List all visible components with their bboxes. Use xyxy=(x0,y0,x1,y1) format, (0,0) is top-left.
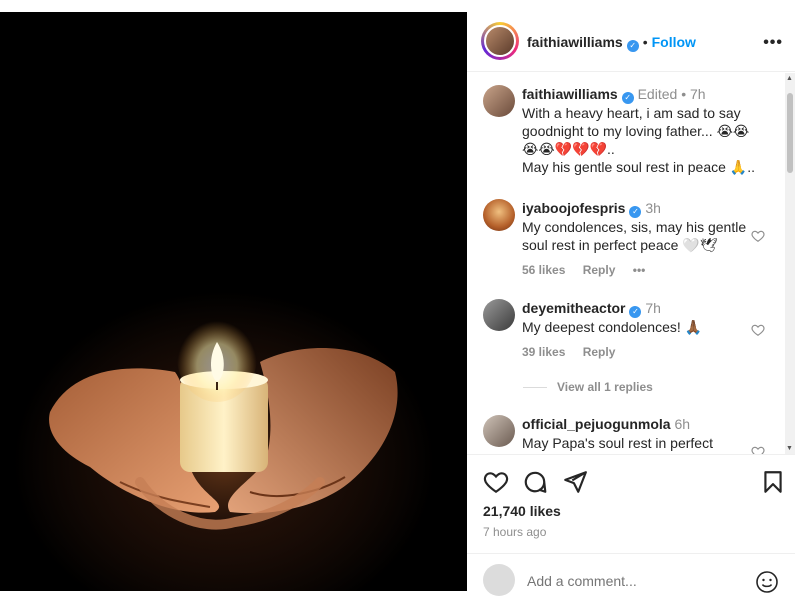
add-comment-bar xyxy=(467,553,795,596)
save-bookmark-icon[interactable] xyxy=(760,469,786,495)
like-comment-heart-icon[interactable] xyxy=(751,445,765,454)
comment-username[interactable]: iyaboojofespris xyxy=(522,200,625,216)
candle-illustration xyxy=(0,12,467,591)
author-username[interactable]: faithiawilliams xyxy=(527,34,623,50)
caption-line-3: 😭😭💔💔💔.. xyxy=(522,141,615,157)
scroll-down-arrow-icon[interactable]: ▼ xyxy=(786,445,793,452)
replies-divider xyxy=(523,387,547,389)
comment-meta: 39 likes Reply xyxy=(522,343,750,362)
scroll-up-arrow-icon[interactable]: ▲ xyxy=(786,75,793,82)
comment-username[interactable]: deyemitheactor xyxy=(522,300,625,316)
emoji-smiley-icon[interactable] xyxy=(755,570,779,594)
comment-text: My deepest condolences! 🙏🏾 xyxy=(522,319,703,335)
comment-avatar[interactable] xyxy=(483,299,515,331)
author-line: faithiawilliams ✓ • Follow xyxy=(527,34,696,52)
reply-button[interactable]: Reply xyxy=(583,263,616,277)
verified-badge-icon: ✓ xyxy=(626,40,639,52)
comment-body: deyemitheactor ✓ 7h My deepest condolence… xyxy=(522,299,750,362)
top-strip xyxy=(0,0,795,12)
comment-text: May Papa's soul rest in perfect xyxy=(522,435,713,451)
comment-avatar[interactable] xyxy=(483,199,515,231)
comment-likes[interactable]: 39 likes xyxy=(522,345,565,359)
comment-time: 6h xyxy=(674,416,691,432)
likes-count[interactable]: 21,740 likes xyxy=(483,503,561,519)
author-avatar[interactable] xyxy=(484,25,516,57)
edited-label: Edited xyxy=(637,86,678,102)
comment-time: 7h xyxy=(645,300,661,316)
post-details-panel: faithiawilliams ✓ • Follow ••• faithiawilli… xyxy=(467,12,795,596)
view-replies-label[interactable]: View all 1 replies xyxy=(557,380,653,394)
caption-header: faithiawilliams ✓ Edited • 7h xyxy=(522,85,762,104)
comment-username[interactable]: official_pejuogunmola xyxy=(522,416,671,432)
caption-line-1: With a heavy heart, i am sad to say xyxy=(522,105,741,121)
verified-badge-icon: ✓ xyxy=(621,92,634,104)
verified-badge-icon: ✓ xyxy=(629,306,642,318)
separator-dot: • xyxy=(642,34,648,50)
comment-bubble-icon[interactable] xyxy=(522,469,548,495)
share-send-icon[interactable] xyxy=(562,469,588,495)
caption-avatar[interactable] xyxy=(483,85,515,117)
verified-badge-icon: ✓ xyxy=(629,206,642,218)
caption-body: faithiawilliams ✓ Edited • 7h With a heav… xyxy=(522,85,762,176)
like-comment-heart-icon[interactable] xyxy=(751,229,765,243)
caption-time: 7h xyxy=(689,86,706,102)
post-header: faithiawilliams ✓ • Follow ••• xyxy=(467,12,795,72)
comment-avatar[interactable] xyxy=(483,415,515,447)
scrollbar-thumb[interactable] xyxy=(787,93,793,173)
caption-line-4: May his gentle soul rest in peace 🙏.. xyxy=(522,159,755,175)
comments-scrollbar[interactable]: ▲ ▼ xyxy=(785,73,795,454)
reply-button[interactable]: Reply xyxy=(583,345,616,359)
comment-time: 3h xyxy=(645,200,661,216)
follow-button[interactable]: Follow xyxy=(652,34,696,50)
post-actions: 21,740 likes 7 hours ago xyxy=(467,454,795,549)
separator-dot: • xyxy=(681,86,687,102)
comment-meta: 56 likes Reply ••• xyxy=(522,261,750,280)
caption-line-2: goodnight to my loving father... 😭😭 xyxy=(522,123,750,139)
more-options-icon[interactable]: ••• xyxy=(763,34,783,52)
comment-likes[interactable]: 56 likes xyxy=(522,263,565,277)
comment-body: iyaboojofespris ✓ 3h My condolences, sis,… xyxy=(522,199,750,280)
like-comment-heart-icon[interactable] xyxy=(751,323,765,337)
comment-text: My condolences, sis, may his gentle soul… xyxy=(522,219,747,253)
comments-list[interactable]: faithiawilliams ✓ Edited • 7h With a heav… xyxy=(467,73,785,454)
caption-username[interactable]: faithiawilliams xyxy=(522,86,618,102)
comment-more-icon[interactable]: ••• xyxy=(633,263,646,277)
current-user-avatar xyxy=(483,564,515,596)
comment-body: official_pejuogunmola 6h May Papa's soul… xyxy=(522,415,750,452)
post-image-candle-in-hands xyxy=(0,12,467,591)
add-comment-input[interactable] xyxy=(527,573,727,589)
like-heart-icon[interactable] xyxy=(483,469,509,495)
post-timestamp[interactable]: 7 hours ago xyxy=(483,525,546,539)
view-replies-button[interactable]: View all 1 replies xyxy=(523,380,653,394)
